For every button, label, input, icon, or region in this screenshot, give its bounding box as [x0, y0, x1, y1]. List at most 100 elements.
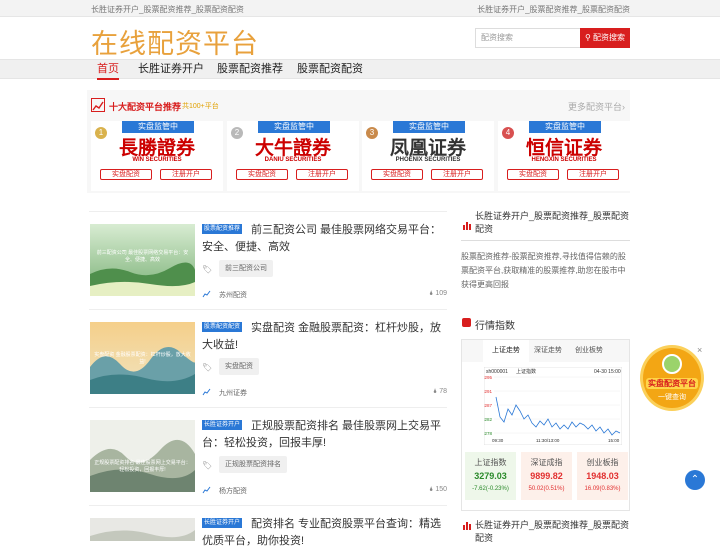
nav-item-open-account[interactable]: 长胜证券开户 [138, 60, 204, 80]
article-views: 🌢 109 [429, 290, 447, 298]
quote-shenzhen[interactable]: 深证成指 9899.82 50.02(0.51%) [521, 452, 572, 500]
site-intro-desc: 股票配资推荐-股票配资推荐,寻找值得信赖的股票配资平台,获取精准的股票推荐,助您… [461, 252, 626, 289]
article-thumbnail[interactable] [90, 518, 195, 541]
article-source: 杨方配资 [219, 488, 247, 495]
article-title[interactable]: 实盘配资 金融股票配资：杠杆炒股，放大收益! [202, 320, 442, 354]
article-title[interactable]: 前三配资公司 最佳股票网络交易平台：安全、便捷、高效 [202, 222, 442, 256]
article-source: 九州证券 [219, 390, 247, 397]
market-index-panel: 行情指数 上证走势 深证走势 创业板势 sh000001 上证指数 04-30 … [461, 317, 630, 511]
bar-chart-icon [462, 520, 472, 530]
index-quotes: 上证指数 3279.03 -7.62(-0.23%) 深证成指 9899.82 … [465, 452, 628, 500]
platform-recommend-panel: 十大配资平台推荐 共100+平台 更多配资平台› 实盘监管中 1 長勝證券 WI… [87, 90, 630, 193]
register-button[interactable]: 注册开户 [296, 169, 348, 180]
floating-ad[interactable]: 实盘配资平台 一键查询 [640, 345, 704, 411]
tab-shenzhen[interactable]: 深证走势 [525, 340, 571, 362]
views-count: 78 [439, 388, 447, 395]
views-count: 150 [435, 486, 447, 493]
supervision-tag: 实盘监管中 [122, 121, 194, 133]
header: 在线配资平台 配资搜索 ⚲ 配资搜索 [0, 17, 720, 61]
bookmark-icon [462, 318, 471, 327]
platform-logo-en: PHOENIX SECURITIES [395, 157, 461, 163]
back-to-top-button[interactable]: ⌃ [685, 470, 705, 490]
y-tick: 3295 [484, 375, 493, 380]
article-views: 🌢 150 [429, 486, 447, 494]
trade-button[interactable]: 实盘配资 [371, 169, 423, 180]
nav-item-recommend[interactable]: 股票配资推荐 [217, 60, 283, 80]
x-tick: 15:00 [608, 438, 620, 443]
fire-icon: 🌢 [429, 290, 434, 297]
quote-value: 3279.03 [474, 471, 507, 481]
article-item[interactable]: 长胜证券开户 配资排名 专业配资股票平台查询：精选优质平台，助你投资! [89, 505, 447, 547]
main-nav: 首页 长胜证券开户 股票配资推荐 股票配资配资 [0, 59, 720, 80]
topbar-right-text[interactable]: 长胜证券开户_股票配资推荐_股票配资配资 [477, 4, 630, 15]
market-title: 行情指数 [461, 317, 630, 333]
article-keyword[interactable]: 正规股票配资排名 [219, 456, 287, 473]
article-keyword[interactable]: 前三配资公司 [219, 260, 273, 277]
article-title[interactable]: 配资排名 专业配资股票平台查询：精选优质平台，助你投资! [202, 516, 442, 550]
supervision-tag: 实盘监管中 [529, 121, 601, 133]
mini-chart-date: 04-30 15:00 [594, 369, 621, 375]
trade-button[interactable]: 实盘配资 [100, 169, 152, 180]
search-input[interactable]: 配资搜索 [475, 28, 580, 48]
y-tick: 3278 [484, 431, 493, 436]
trade-button[interactable]: 实盘配资 [236, 169, 288, 180]
platform-logo-en: DANIU SECURITIES [264, 157, 322, 163]
y-tick: 3287 [484, 403, 493, 408]
more-platforms-link[interactable]: 更多配资平台› [568, 100, 625, 113]
more-platforms-label: 更多配资平台 [567, 102, 622, 112]
chevron-up-icon: ⌃ [690, 474, 700, 485]
tab-shanghai[interactable]: 上证走势 [483, 340, 529, 362]
nav-item-margin[interactable]: 股票配资配资 [297, 60, 363, 80]
quote-name: 深证成指 [530, 458, 563, 467]
quote-change: -7.62(-0.23%) [472, 486, 509, 492]
quote-value: 1948.03 [586, 471, 619, 481]
platform-card-4[interactable]: 实盘监管中 4 恒信证券 HENGXIN SECURITIES 实盘配资 注册开… [498, 121, 630, 191]
platform-card-3[interactable]: 实盘监管中 3 凤凰证券 PHOENIX SECURITIES 实盘配资 注册开… [362, 121, 494, 191]
nav-item-home[interactable]: 首页 [97, 60, 119, 80]
market-tabs: 上证走势 深证走势 创业板势 [462, 340, 629, 362]
sidebar-section-title: 长胜证券开户_股票配资推荐_股票配资配资 [461, 518, 630, 544]
thumbnail-caption: 正规股票配资排名 最佳股票网上交易平台：轻松投资，回报丰厚! [94, 460, 191, 473]
search-icon: ⚲ [584, 33, 591, 42]
site-intro-title-text: 长胜证券开户_股票配资推荐_股票配资配资 [475, 211, 630, 234]
trade-button[interactable]: 实盘配资 [507, 169, 559, 180]
close-icon[interactable]: × [697, 345, 702, 355]
panel-title: 十大配资平台推荐 [109, 102, 182, 112]
quote-shanghai[interactable]: 上证指数 3279.03 -7.62(-0.23%) [465, 452, 516, 500]
x-tick: 09:30 [492, 438, 504, 443]
register-button[interactable]: 注册开户 [567, 169, 619, 180]
article-source: 苏州配资 [219, 292, 247, 299]
quote-name: 创业板指 [586, 458, 619, 467]
thumbnail-caption: 前三配资公司 最佳股票网络交易平台：安全、便捷、高效 [96, 250, 189, 263]
article-thumbnail[interactable]: 正规股票配资排名 最佳股票网上交易平台：轻松投资，回报丰厚! [90, 420, 195, 492]
market-panel: 上证走势 深证走势 创业板势 sh000001 上证指数 04-30 15:00… [461, 339, 630, 511]
tag-icon: 🏷 [202, 461, 213, 470]
article-item[interactable]: 实盘配资 金融股票配资：杠杆炒股，放大收益! 股票配资配资 实盘配资 金融股票配… [89, 309, 447, 407]
quote-change: 50.02(0.51%) [528, 486, 565, 492]
article-views: 🌢 78 [433, 388, 447, 396]
article-thumbnail[interactable]: 前三配资公司 最佳股票网络交易平台：安全、便捷、高效 [90, 224, 195, 296]
supervision-tag: 实盘监管中 [258, 121, 330, 133]
topbar-left-text: 长胜证券开户_股票配资推荐_股票配资配资 [91, 5, 244, 14]
site-logo[interactable]: 在线配资平台 [91, 22, 259, 61]
article-title[interactable]: 正规股票配资排名 最佳股票网上交易平台：轻松投资，回报丰厚! [202, 418, 442, 452]
platform-logo-en: WIN SECURITIES [132, 157, 182, 163]
source-icon [202, 388, 211, 397]
article-keyword[interactable]: 实盘配资 [219, 358, 259, 375]
y-tick: 3291 [484, 389, 493, 394]
register-button[interactable]: 注册开户 [160, 169, 212, 180]
quote-chinext[interactable]: 创业板指 1948.03 16.09(0.83%) [577, 452, 628, 500]
register-button[interactable]: 注册开户 [431, 169, 483, 180]
panel-subtitle: 共100+平台 [182, 103, 219, 110]
article-thumbnail[interactable]: 实盘配资 金融股票配资：杠杆炒股，放大收益! [90, 322, 195, 394]
magnifier-icon [662, 354, 682, 374]
article-item[interactable]: 正规股票配资排名 最佳股票网上交易平台：轻松投资，回报丰厚! 长胜证券开户 正规… [89, 407, 447, 505]
article-item[interactable]: 前三配资公司 最佳股票网络交易平台：安全、便捷、高效 股票配资推荐 前三配资公司… [89, 211, 447, 309]
source-icon [202, 290, 211, 299]
tab-chinext[interactable]: 创业板势 [566, 340, 612, 362]
source-icon [202, 486, 211, 495]
platform-card-1[interactable]: 实盘监管中 1 長勝證券 WIN SECURITIES 实盘配资 注册开户 [91, 121, 223, 191]
y-tick: 3282 [484, 417, 493, 422]
search-button[interactable]: ⚲ 配资搜索 [580, 28, 630, 48]
platform-card-2[interactable]: 实盘监管中 2 大牛證券 DANIU SECURITIES 实盘配资 注册开户 [227, 121, 359, 191]
